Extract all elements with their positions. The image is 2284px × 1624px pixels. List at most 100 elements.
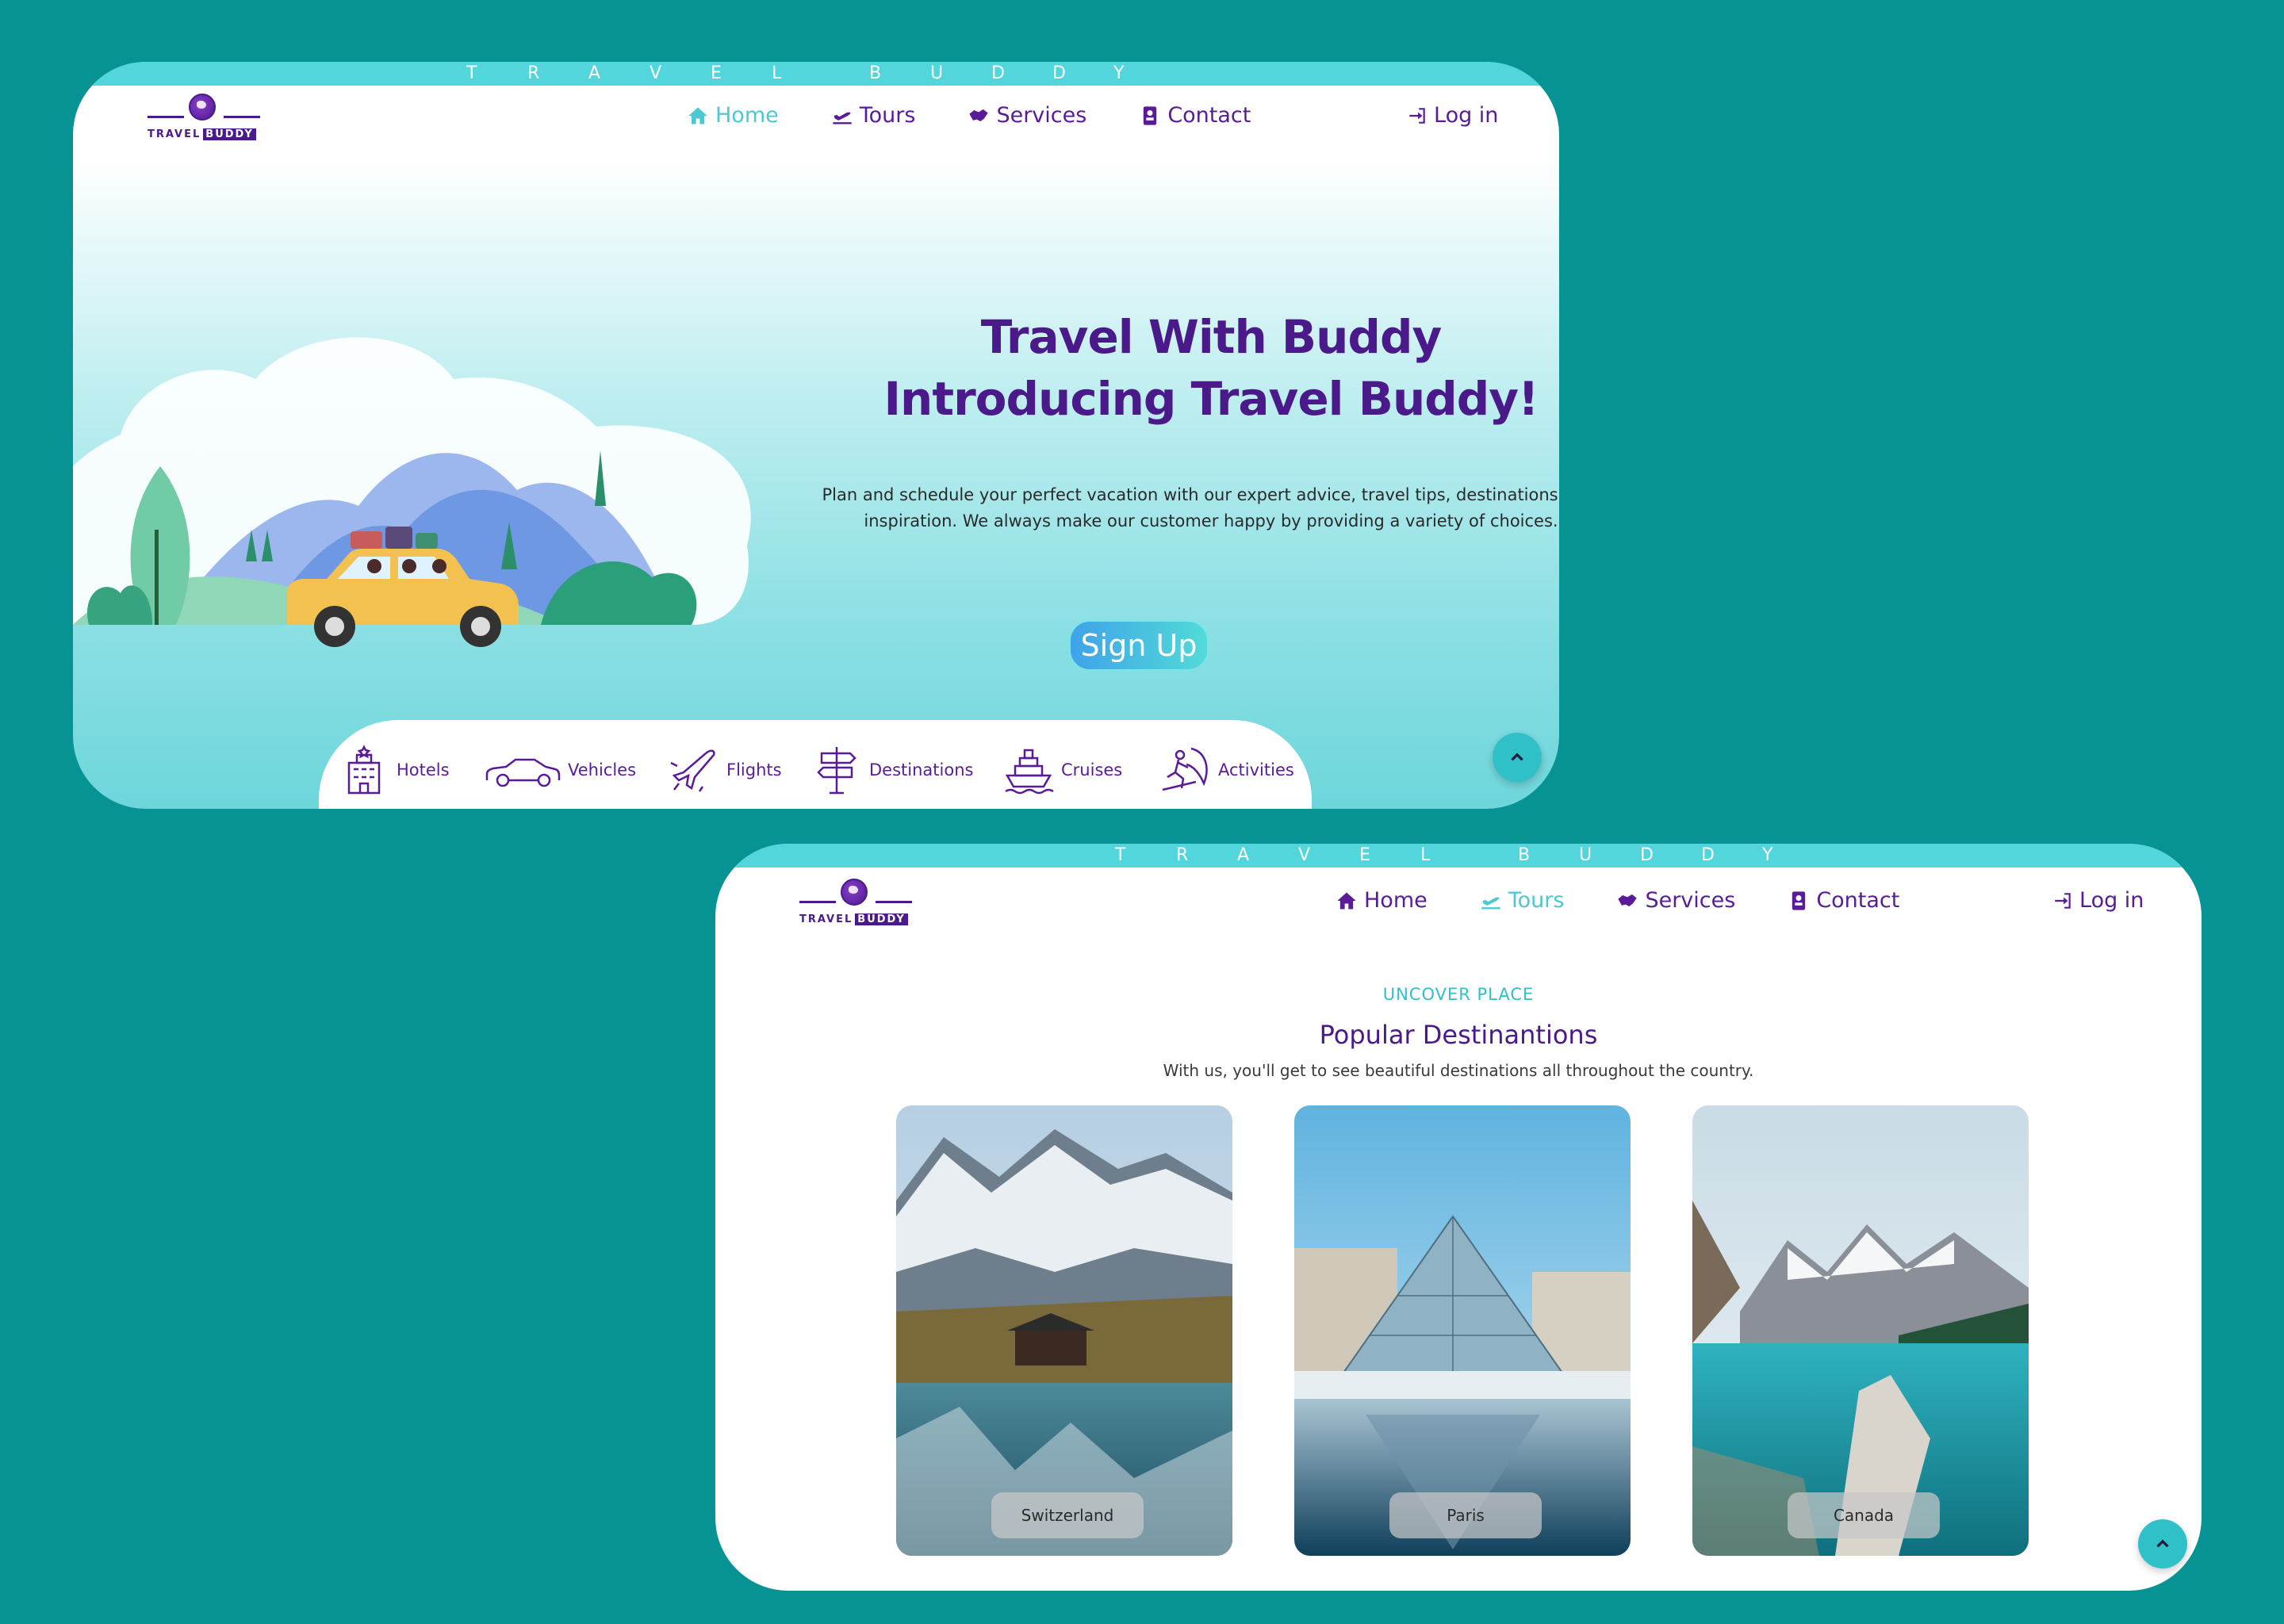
travel-buddy-logo[interactable]: TRAVEL BUDDY	[148, 94, 260, 144]
nav-tours[interactable]: Tours	[831, 103, 916, 128]
nav-services-label: Services	[1645, 888, 1736, 913]
nav-home-label: Home	[715, 103, 779, 128]
logo-wordmark: TRAVEL BUDDY	[148, 128, 256, 140]
logo-wordmark: TRAVEL BUDDY	[799, 914, 908, 925]
logo-line	[799, 901, 836, 903]
login-link[interactable]: Log in	[1407, 103, 1498, 128]
hero-illustration	[73, 337, 751, 647]
nav-contact[interactable]: Contact	[1788, 888, 1899, 913]
banner-letter: R	[527, 63, 540, 83]
nav-tours-label: Tours	[1508, 888, 1565, 913]
signup-button[interactable]: Sign Up	[1069, 620, 1209, 671]
login-link[interactable]: Log in	[2052, 888, 2144, 913]
banner-letter: U	[1579, 845, 1592, 865]
scroll-to-top-button[interactable]	[1493, 733, 1542, 782]
brand-banner: T R A V E L B U D D Y	[73, 62, 1559, 86]
logo-line	[148, 116, 184, 118]
service-hotels[interactable]: Hotels	[338, 744, 450, 796]
service-flights[interactable]: Flights	[668, 744, 782, 796]
services-bar: Hotels Vehicles Flights Destinations Cru…	[319, 720, 1312, 809]
plane-departure-icon	[833, 112, 852, 124]
banner-letter: R	[1176, 845, 1189, 865]
destination-card-paris[interactable]: Paris	[1294, 1105, 1631, 1556]
banner-letter: A	[1237, 845, 1250, 865]
nav-home[interactable]: Home	[1336, 888, 1428, 913]
destination-card-switzerland[interactable]: Switzerland	[896, 1105, 1232, 1556]
chevron-up-icon	[2156, 1539, 2169, 1548]
canada-photo	[1692, 1105, 2029, 1556]
section-title: Popular Destinantions	[1319, 1020, 1598, 1050]
travel-buddy-logo[interactable]: TRAVEL BUDDY	[799, 879, 912, 929]
service-activities[interactable]: Activities	[1159, 744, 1294, 796]
surfing-icon	[1162, 747, 1208, 791]
nav-tours-label: Tours	[859, 103, 916, 128]
login-label: Log in	[2079, 888, 2144, 913]
hero-title: Travel With Buddy Introducing Travel Bud…	[787, 306, 1559, 430]
banner-letter: V	[1298, 845, 1311, 865]
tours-screen: T R A V E L B U D D Y TRAVEL BUDDY Home T…	[715, 844, 2202, 1591]
nav-tours[interactable]: Tours	[1480, 888, 1565, 913]
banner-letter: L	[1420, 845, 1431, 865]
handshake-icon	[969, 109, 989, 121]
hotel-icon	[347, 745, 381, 795]
main-nav: Home Tours Services Contact	[687, 103, 1251, 128]
sign-in-icon	[2055, 892, 2071, 909]
nav-services[interactable]: Services	[968, 103, 1086, 128]
banner-letter: B	[1518, 845, 1531, 865]
sign-in-icon	[1409, 107, 1425, 124]
service-label: Activities	[1218, 760, 1294, 779]
section-subtitle: With us, you'll get to see beautiful des…	[1163, 1061, 1754, 1080]
banner-letter: Y	[1113, 63, 1125, 83]
section-eyebrow: UNCOVER PLACE	[1382, 985, 1535, 1004]
hero-title-line-2: Introducing Travel Buddy!	[883, 372, 1539, 426]
home-icon	[1337, 892, 1356, 909]
paris-photo	[1294, 1105, 1631, 1556]
banner-letter: T	[1115, 845, 1126, 865]
banner-letter: T	[466, 63, 477, 83]
brand-banner: T R A V E L B U D D Y	[715, 844, 2202, 868]
destination-label: Paris	[1389, 1492, 1542, 1538]
globe-icon	[189, 94, 216, 121]
destination-card-canada[interactable]: Canada	[1692, 1105, 2029, 1556]
handshake-icon	[1618, 894, 1638, 906]
ship-icon	[1005, 749, 1054, 795]
globe-icon	[841, 879, 868, 906]
plane-departure-icon	[1481, 897, 1500, 909]
contact-card-icon	[1792, 891, 1806, 910]
home-screen: T R A V E L B U D D Y TRAVEL BUDDY Home T…	[73, 62, 1559, 809]
banner-letter: Y	[1762, 845, 1773, 865]
banner-letter: D	[991, 63, 1005, 83]
nav-services-label: Services	[996, 103, 1087, 128]
service-cruises[interactable]: Cruises	[1002, 744, 1122, 796]
banner-letter: D	[1640, 845, 1654, 865]
main-nav: Home Tours Services Contact	[1336, 888, 1899, 913]
banner-letter: D	[1701, 845, 1715, 865]
nav-home[interactable]: Home	[687, 103, 779, 128]
nav-home-label: Home	[1364, 888, 1428, 913]
service-label: Flights	[726, 760, 782, 779]
signpost-icon	[817, 747, 856, 795]
hero-description: Plan and schedule your perfect vacation …	[822, 485, 1560, 530]
logo-line	[224, 116, 260, 118]
airplane-icon	[670, 749, 715, 792]
login-label: Log in	[1434, 103, 1499, 128]
service-vehicles[interactable]: Vehicles	[482, 744, 636, 796]
logo-line	[876, 901, 912, 903]
service-destinations[interactable]: Destinations	[811, 744, 973, 796]
banner-letter: B	[869, 63, 882, 83]
contact-card-icon	[1144, 105, 1157, 125]
scroll-to-top-button[interactable]	[2138, 1519, 2187, 1568]
banner-letter: E	[1359, 845, 1370, 865]
service-label: Destinations	[869, 760, 974, 779]
car-icon	[485, 758, 561, 787]
banner-letter: L	[772, 63, 782, 83]
service-label: Cruises	[1061, 760, 1123, 779]
banner-letter: U	[930, 63, 944, 83]
nav-contact-label: Contact	[1816, 888, 1900, 913]
destination-label: Canada	[1788, 1492, 1940, 1538]
nav-services[interactable]: Services	[1616, 888, 1735, 913]
nav-contact[interactable]: Contact	[1139, 103, 1251, 128]
destination-label: Switzerland	[991, 1492, 1144, 1538]
banner-letter: V	[650, 63, 662, 83]
home-icon	[688, 107, 707, 124]
